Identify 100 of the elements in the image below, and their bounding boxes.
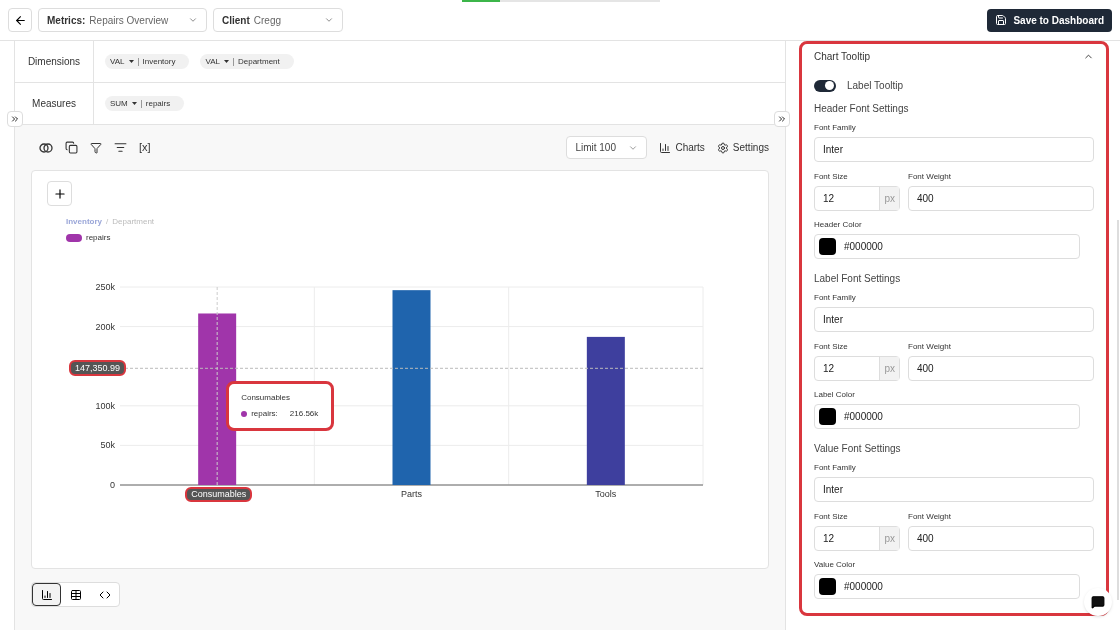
section-header[interactable]: Chart Tooltip [814, 50, 1094, 62]
field-chip[interactable]: VAL Department [200, 54, 294, 69]
bar[interactable] [198, 313, 237, 485]
x-tick-label: Consumables [185, 487, 253, 502]
chevron-down-icon [188, 15, 198, 25]
color-swatch[interactable] [819, 578, 836, 595]
plus-icon [52, 186, 67, 201]
font-family-field[interactable]: Inter [814, 477, 1094, 502]
section-title: Value Font Settings [814, 442, 901, 456]
variables-button[interactable]: [x] [139, 139, 151, 156]
aggregation-label[interactable]: VAL [110, 55, 125, 68]
font-size-value: 12 [822, 532, 836, 546]
bar-chart-icon [40, 588, 53, 601]
field-label: Font Weight [908, 171, 951, 183]
bar[interactable] [392, 290, 431, 485]
font-size-value: 12 [822, 362, 836, 376]
tooltip-value: 216.56k [289, 408, 319, 420]
color-field[interactable]: #000000 [814, 574, 1080, 599]
unit-label: px [879, 527, 899, 550]
caret-icon [128, 60, 134, 63]
field-name: Inventory [142, 55, 176, 68]
filter-icon[interactable] [90, 141, 102, 154]
font-size-field[interactable]: 12 px [814, 526, 900, 551]
bar[interactable] [586, 336, 625, 485]
field-label: Font Size [814, 341, 848, 353]
field-label: Font Weight [908, 341, 951, 353]
color-value: #000000 [844, 580, 883, 594]
expand-button[interactable] [774, 111, 790, 127]
settings-icon [716, 141, 729, 154]
field-label: Value Color [814, 559, 856, 571]
field-name: repairs [145, 97, 171, 110]
legend-label: repairs [86, 232, 111, 244]
join-icon[interactable] [39, 142, 53, 153]
toggle-label: Label Tooltip [847, 79, 903, 93]
double-chevron-icon [777, 114, 787, 124]
field-label: Label Color [814, 389, 855, 401]
back-button[interactable] [8, 8, 32, 32]
chevron-down-icon [324, 15, 334, 25]
font-weight-field[interactable]: 400 [908, 356, 1094, 381]
field-label: Font Size [814, 511, 848, 523]
settings-button[interactable]: Settings [716, 140, 769, 155]
x-tick-label: Parts [401, 489, 422, 499]
select-value: Cregg [253, 13, 282, 28]
color-swatch[interactable] [819, 238, 836, 255]
color-swatch[interactable] [819, 408, 836, 425]
field-chip[interactable]: VAL Inventory [105, 54, 190, 69]
sort-icon[interactable] [114, 141, 127, 154]
tooltip-series: repairs: [251, 408, 278, 420]
font-size-value: 12 [822, 192, 836, 206]
bar-chart-icon [659, 141, 672, 154]
expand-button[interactable] [7, 111, 23, 127]
crosshair-label: 147,350.99 [69, 360, 127, 377]
font-size-field[interactable]: 12 px [814, 186, 900, 211]
font-weight-field[interactable]: 400 [908, 526, 1094, 551]
toggle-switch[interactable] [814, 79, 836, 92]
tooltip-title: Consumables [241, 392, 292, 404]
save-icon [995, 14, 1008, 26]
scrollbar[interactable] [1117, 220, 1119, 600]
field-chip[interactable]: SUM repairs [105, 96, 185, 111]
table-icon [69, 588, 82, 601]
row-label: Measures [32, 97, 76, 111]
y-tick-label: 50k [100, 440, 115, 451]
unit-label: px [879, 187, 899, 210]
select-dropdown[interactable]: Metrics: Repairs Overview [38, 8, 207, 32]
font-size-field[interactable]: 12 px [814, 356, 900, 381]
caret-icon [223, 60, 229, 63]
section-title: Header Font Settings [814, 102, 909, 116]
select-label: Client [222, 13, 250, 28]
field-label: Font Size [814, 171, 848, 183]
limit-dropdown[interactable]: Limit 100 [566, 136, 648, 159]
color-value: #000000 [844, 410, 883, 424]
field-label: Header Color [814, 219, 862, 231]
chat-icon [1091, 595, 1105, 609]
chat-button[interactable] [1084, 588, 1112, 616]
copy-icon[interactable] [65, 141, 78, 154]
field-label: Font Family [814, 462, 856, 474]
unit-label: px [879, 357, 899, 380]
font-weight-field[interactable]: 400 [908, 186, 1094, 211]
y-tick-label: 200k [95, 321, 115, 332]
aggregation-label[interactable]: SUM [110, 97, 128, 110]
breadcrumb-separator: / [106, 216, 109, 228]
select-value: Repairs Overview [89, 13, 169, 28]
font-family-field[interactable]: Inter [814, 137, 1094, 162]
double-chevron-icon [10, 114, 20, 124]
save-button[interactable]: Save to Dashboard [987, 8, 1112, 32]
aggregation-label[interactable]: VAL [205, 55, 220, 68]
color-value: #000000 [844, 240, 883, 254]
add-button[interactable] [47, 181, 72, 206]
field-label: Font Weight [908, 511, 951, 523]
x-tick-label: Tools [595, 489, 617, 499]
back-icon [13, 13, 27, 27]
legend-swatch [66, 234, 82, 242]
caret-icon [131, 102, 137, 105]
select-dropdown[interactable]: Client Cregg [213, 8, 343, 32]
color-field[interactable]: #000000 [814, 234, 1080, 259]
charts-button[interactable]: Charts [659, 140, 705, 155]
font-family-field[interactable]: Inter [814, 307, 1094, 332]
chart-view-button[interactable] [32, 583, 61, 606]
section-title: Label Font Settings [814, 272, 901, 286]
color-field[interactable]: #000000 [814, 404, 1080, 429]
